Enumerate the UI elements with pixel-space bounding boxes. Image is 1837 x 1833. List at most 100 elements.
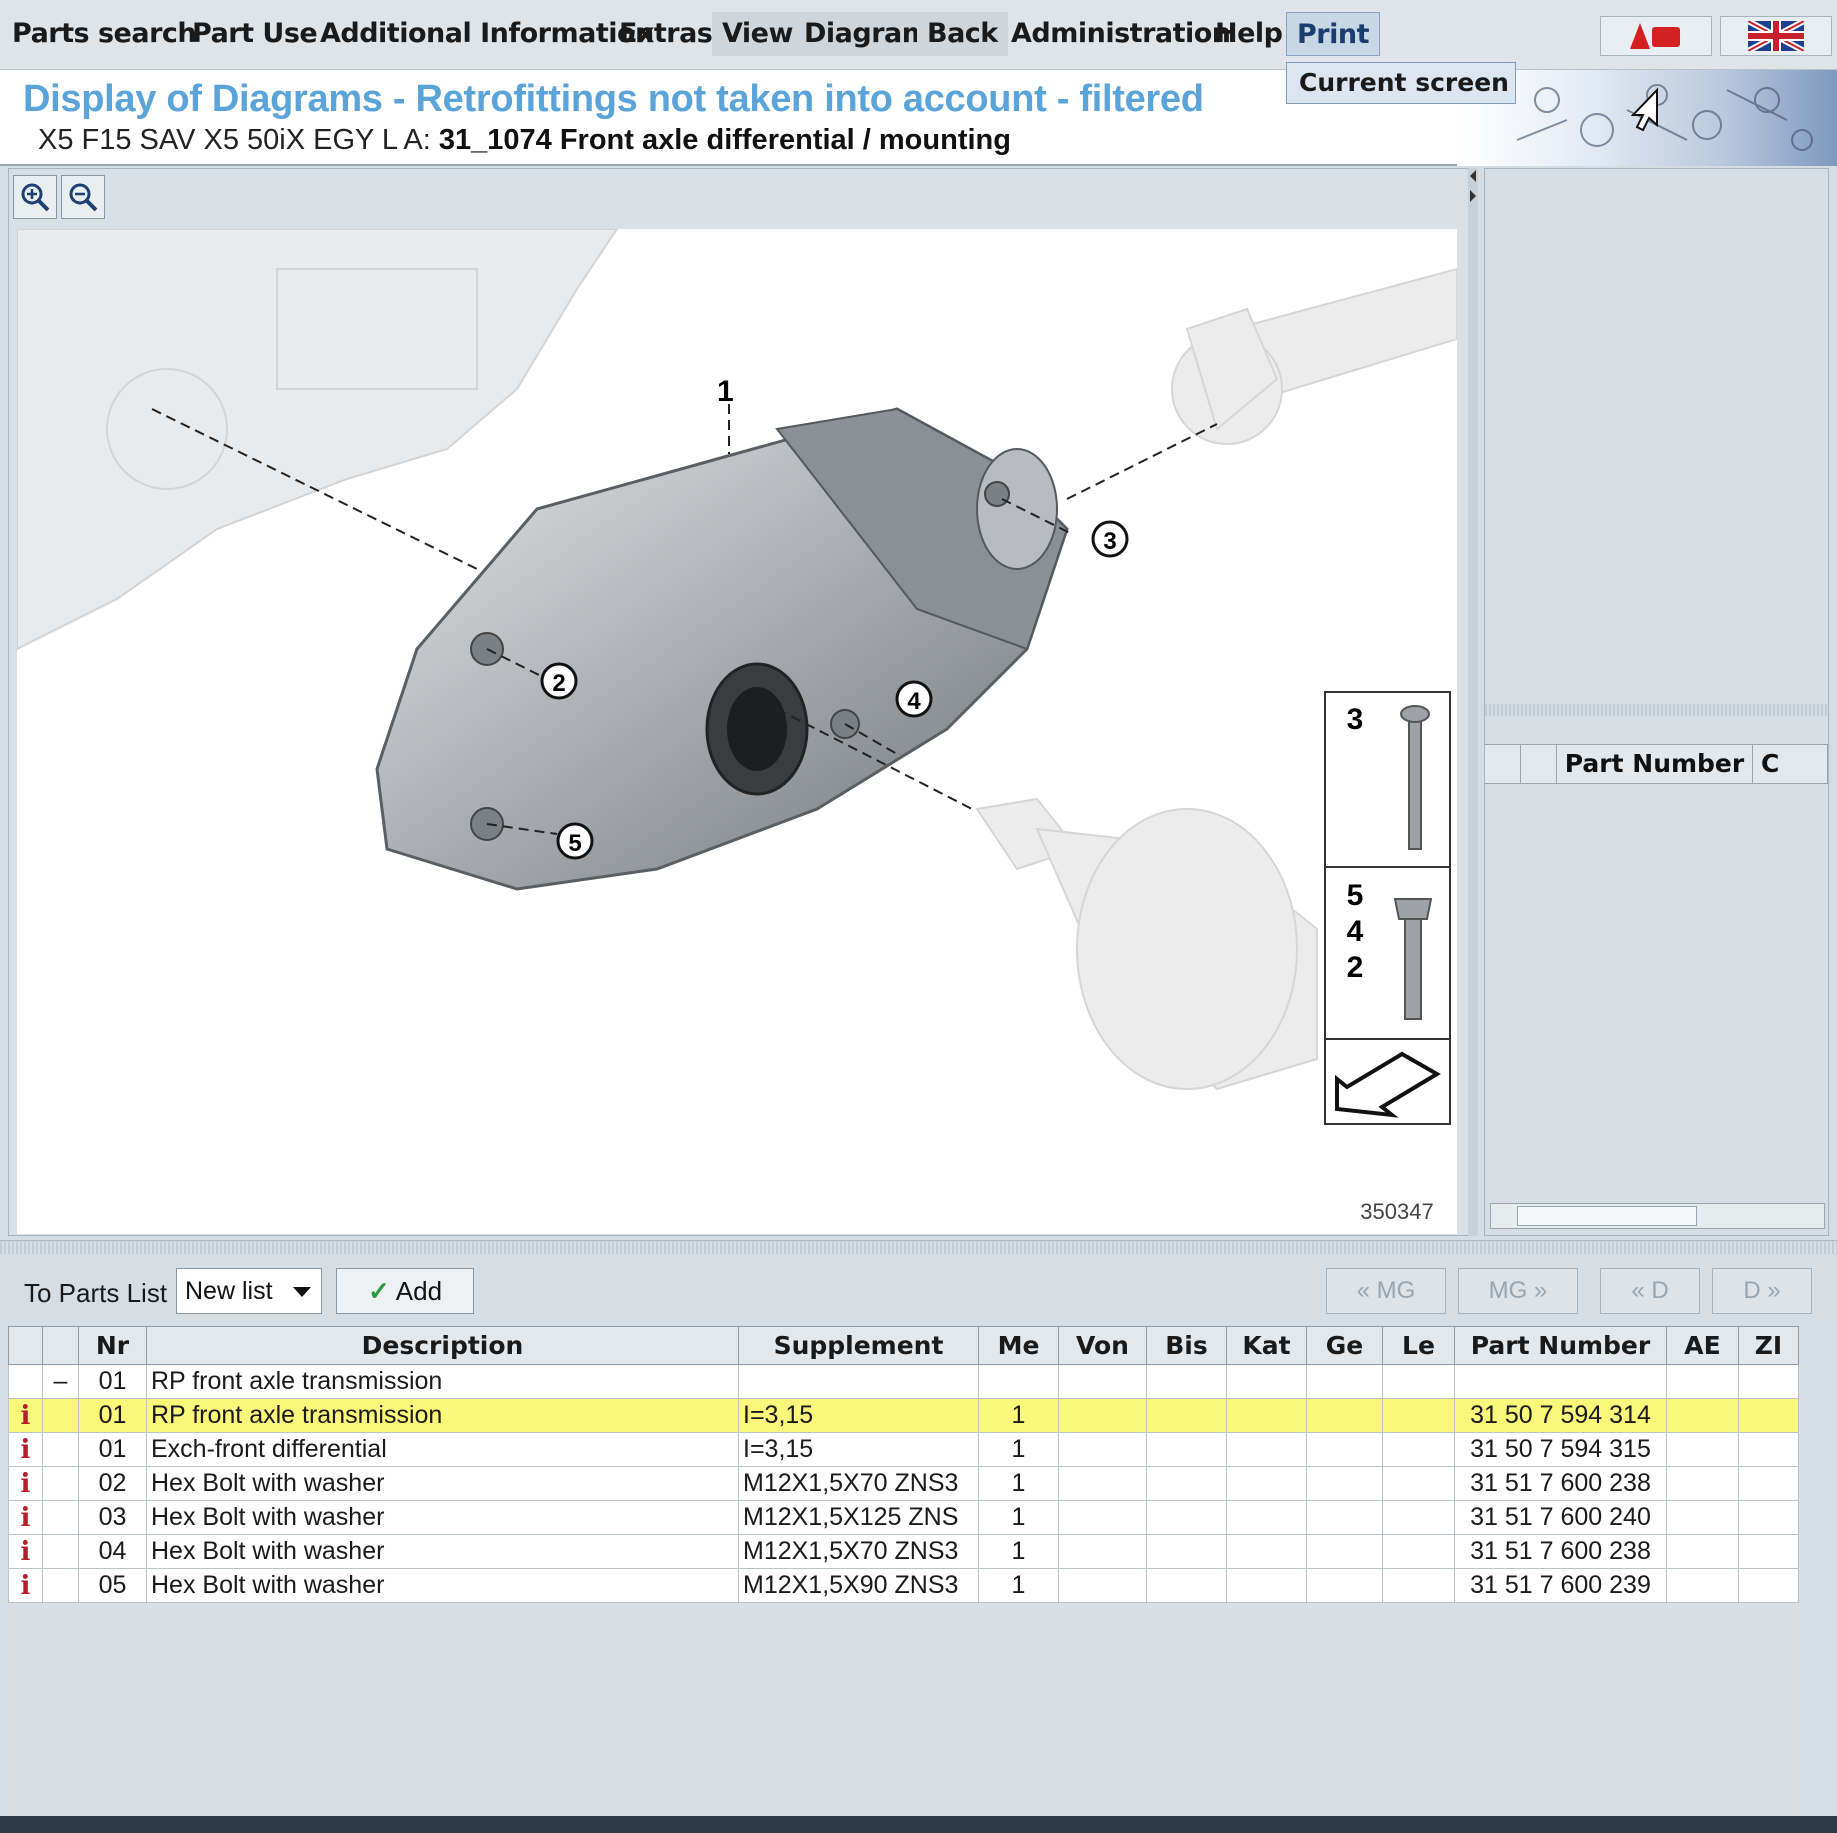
info-icon[interactable]: i: [8, 1568, 43, 1603]
table-row[interactable]: –01 RP front axle transmission: [8, 1364, 1799, 1399]
cell-description: Hex Bolt with washer: [146, 1534, 739, 1569]
right-panel-splitter[interactable]: [1485, 704, 1828, 716]
right-col-blank-1: [1485, 745, 1521, 783]
next-d-button[interactable]: D »: [1712, 1268, 1812, 1314]
menu-extras[interactable]: Extras: [609, 12, 722, 56]
tree-toggle[interactable]: [42, 1432, 79, 1467]
parts-table-container: Nr Description Supplement Me Von Bis Kat…: [8, 1326, 1800, 1816]
cell-supplement: M12X1,5X70 ZNS3: [738, 1466, 979, 1501]
table-row[interactable]: i 01 RP front axle transmission I=3,15 1 31 5…: [8, 1398, 1799, 1433]
prev-d-button[interactable]: « D: [1600, 1268, 1700, 1314]
zoom-in-button[interactable]: [13, 175, 57, 219]
cell-me: 1: [978, 1432, 1059, 1467]
cell-part-number: 31 51 7 600 240: [1454, 1500, 1667, 1535]
col-me[interactable]: Me: [978, 1326, 1059, 1365]
table-row[interactable]: i 03 Hex Bolt with washer M12X1,5X125 ZNS 1 3…: [8, 1500, 1799, 1535]
parts-list-select[interactable]: New list: [176, 1268, 322, 1314]
cell-supplement: M12X1,5X90 ZNS3: [738, 1568, 979, 1603]
add-button-label: Add: [395, 1276, 443, 1306]
tree-toggle[interactable]: [42, 1398, 79, 1433]
col-ae[interactable]: AE: [1666, 1326, 1739, 1365]
tree-toggle[interactable]: [42, 1534, 79, 1569]
menu-parts-search[interactable]: Parts search: [2, 12, 206, 56]
menu-part-use[interactable]: Part Use: [182, 12, 327, 56]
col-bis[interactable]: Bis: [1146, 1326, 1227, 1365]
cell-nr: 03: [78, 1500, 147, 1535]
uk-flag-icon: [1748, 21, 1804, 51]
cell-bis: [1146, 1398, 1227, 1433]
col-ge[interactable]: Ge: [1306, 1326, 1383, 1365]
col-supplement[interactable]: Supplement: [738, 1326, 979, 1365]
cell-ge: [1306, 1398, 1383, 1433]
cell-ge: [1306, 1364, 1383, 1399]
language-flag-icon[interactable]: [1720, 16, 1832, 56]
table-row[interactable]: i 04 Hex Bolt with washer M12X1,5X70 ZNS3 1 3…: [8, 1534, 1799, 1569]
tree-toggle[interactable]: [42, 1568, 79, 1603]
menu-print[interactable]: Print: [1286, 12, 1380, 56]
col-le[interactable]: Le: [1382, 1326, 1455, 1365]
table-row[interactable]: i 02 Hex Bolt with washer M12X1,5X70 ZNS3 1 3…: [8, 1466, 1799, 1501]
diagram-canvas[interactable]: 1 2 3 4 5 3 5 4 2 350347: [17, 229, 1457, 1234]
cell-ge: [1306, 1500, 1383, 1535]
tree-toggle[interactable]: [42, 1466, 79, 1501]
cell-bis: [1146, 1432, 1227, 1467]
checkmark-icon: ✓: [367, 1276, 390, 1306]
info-icon[interactable]: i: [8, 1500, 43, 1535]
col-info[interactable]: [8, 1326, 43, 1365]
table-row[interactable]: i 05 Hex Bolt with washer M12X1,5X90 ZNS3 1 3…: [8, 1568, 1799, 1603]
cell-zi: [1738, 1432, 1799, 1467]
callout-4[interactable]: 4: [895, 680, 933, 718]
cell-le: [1382, 1398, 1455, 1433]
tree-toggle[interactable]: –: [42, 1364, 79, 1399]
scroll-thumb[interactable]: [1517, 1206, 1697, 1226]
print-dropdown-current-screen[interactable]: Current screen: [1286, 62, 1516, 104]
table-row[interactable]: i 01 Exch-front differential I=3,15 1 31 50 7…: [8, 1432, 1799, 1467]
cell-part-number: [1454, 1364, 1667, 1399]
parts-table: Nr Description Supplement Me Von Bis Kat…: [8, 1326, 1799, 1603]
callout-1[interactable]: 1: [717, 375, 734, 408]
col-tree[interactable]: [42, 1326, 79, 1365]
zoom-out-button[interactable]: [61, 175, 105, 219]
add-button[interactable]: ✓ Add: [336, 1268, 474, 1314]
callout-2[interactable]: 2: [540, 662, 578, 700]
logo-flag-icon[interactable]: [1600, 16, 1712, 56]
col-kat[interactable]: Kat: [1226, 1326, 1307, 1365]
info-icon[interactable]: i: [8, 1534, 43, 1569]
col-zi[interactable]: ZI: [1738, 1326, 1799, 1365]
cell-nr: 04: [78, 1534, 147, 1569]
cell-part-number: 31 51 7 600 238: [1454, 1466, 1667, 1501]
col-von[interactable]: Von: [1058, 1326, 1147, 1365]
cell-part-number: 31 51 7 600 239: [1454, 1568, 1667, 1603]
col-description[interactable]: Description: [146, 1326, 739, 1365]
right-panel-scrollbar[interactable]: [1490, 1203, 1825, 1229]
page-subtitle: X5 F15 SAV X5 50iX EGY L A: 31_1074 Fron…: [38, 124, 1011, 157]
right-col-next[interactable]: C: [1753, 745, 1828, 783]
info-icon[interactable]: i: [8, 1432, 43, 1467]
cell-bis: [1146, 1466, 1227, 1501]
cell-supplement: [738, 1364, 979, 1399]
cell-description: Exch-front differential: [146, 1432, 739, 1467]
col-nr[interactable]: Nr: [78, 1326, 147, 1365]
cell-nr: 01: [78, 1364, 147, 1399]
vertical-splitter[interactable]: [1468, 168, 1478, 1236]
menu-help[interactable]: Help: [1205, 12, 1293, 56]
cell-description: RP front axle transmission: [146, 1398, 739, 1433]
cell-ae: [1666, 1364, 1739, 1399]
horizontal-splitter[interactable]: [0, 1240, 1837, 1254]
right-col-part-number[interactable]: Part Number: [1557, 745, 1753, 783]
splitter-arrows-icon: [1470, 170, 1476, 202]
tree-toggle[interactable]: [42, 1500, 79, 1535]
col-part-number[interactable]: Part Number: [1454, 1326, 1667, 1365]
info-icon[interactable]: i: [8, 1398, 43, 1433]
info-icon[interactable]: i: [8, 1466, 43, 1501]
menu-back[interactable]: Back: [917, 12, 1008, 56]
cell-zi: [1738, 1398, 1799, 1433]
next-mg-button[interactable]: MG »: [1458, 1268, 1578, 1314]
info-icon[interactable]: [8, 1364, 43, 1399]
menu-view[interactable]: View: [712, 12, 803, 56]
table-header-row: Nr Description Supplement Me Von Bis Kat…: [8, 1326, 1799, 1365]
cell-me: [978, 1364, 1059, 1399]
prev-mg-button[interactable]: « MG: [1326, 1268, 1446, 1314]
callout-5[interactable]: 5: [556, 822, 594, 860]
callout-3[interactable]: 3: [1091, 520, 1129, 558]
